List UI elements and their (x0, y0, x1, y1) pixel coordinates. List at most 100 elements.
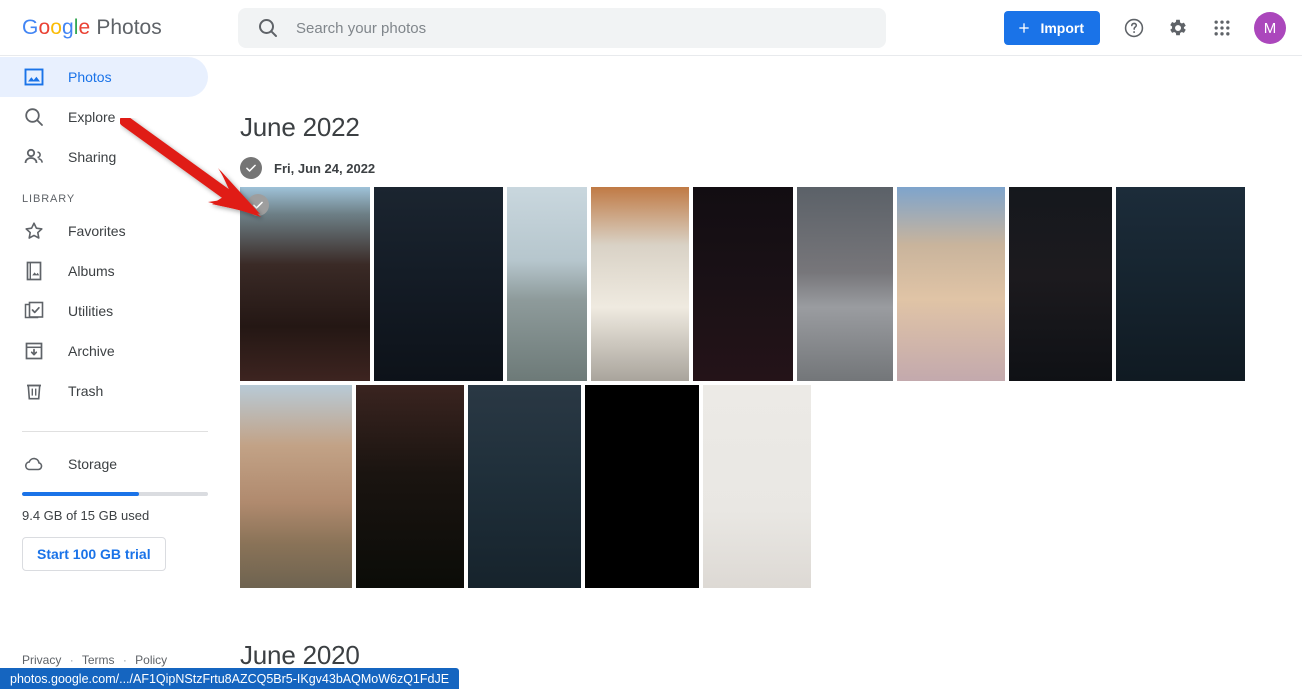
sidebar-item-label-explore: Explore (68, 109, 116, 125)
photo-tile-neon-alley-night[interactable] (1009, 187, 1112, 381)
logo-letter-o1: o (38, 15, 51, 39)
help-button[interactable] (1114, 8, 1154, 48)
day-label: Fri, Jun 24, 2022 (274, 160, 376, 176)
import-button[interactable]: Import (1004, 11, 1100, 45)
sidebar-item-favorites[interactable]: Favorites (0, 211, 208, 251)
photo-tile-black-white-hands[interactable] (585, 385, 699, 588)
photo-thumbnail (374, 187, 503, 381)
storage-label: Storage (68, 456, 118, 472)
import-label: Import (1040, 20, 1084, 36)
photo-grid-area: June 2022 Fri, Jun 24, 2022 June 2020 (230, 57, 1302, 689)
storage-progress-fill (22, 492, 140, 496)
logo-letter-e: e (78, 15, 91, 39)
footer-links: Privacy · Terms · Policy (22, 653, 167, 667)
logo-letter-g: G (22, 15, 39, 39)
sidebar-item-albums[interactable]: Albums (0, 251, 208, 291)
sidebar-item-label-favorites: Favorites (68, 223, 126, 239)
sidebar-item-label-utilities: Utilities (68, 303, 114, 319)
apps-button[interactable] (1202, 8, 1242, 48)
apps-grid-icon (1214, 20, 1230, 36)
avatar[interactable]: M (1254, 12, 1286, 44)
photo-icon (24, 68, 44, 86)
utilities-icon (24, 301, 44, 319)
sidebar-item-label-sharing: Sharing (68, 149, 117, 165)
photo-thumbnail (356, 385, 464, 588)
photo-tile-red-lanterns-dark[interactable] (693, 187, 793, 381)
photo-thumbnail (1009, 187, 1112, 381)
photo-thumbnail (797, 187, 893, 381)
photo-tile-blue-alley-lanterns[interactable] (1116, 187, 1245, 381)
storage-usage-text: 9.4 GB of 15 GB used (22, 508, 150, 523)
storage-section-header[interactable]: Storage (0, 444, 230, 484)
photo-tile-night-stairs-building[interactable] (374, 187, 503, 381)
photo-tile-convenience-store-street[interactable] (897, 187, 1005, 381)
sidebar-item-label-albums: Albums (68, 263, 115, 279)
sidebar-divider (22, 431, 208, 432)
app-header: Google Photos Import (0, 0, 1302, 56)
sidebar-item-trash[interactable]: Trash (0, 371, 208, 411)
photo-tile-hand-book-pages[interactable] (356, 385, 464, 588)
plus-icon (1019, 23, 1030, 33)
page-title: June 2022 (240, 112, 360, 142)
help-circle-icon (1124, 18, 1144, 38)
logo-letter-o2: o (50, 15, 62, 39)
photo-thumbnail (703, 385, 811, 588)
photo-tile-narrow-alley-signs[interactable] (240, 187, 370, 381)
next-month-title: June 2020 (240, 640, 360, 670)
archive-icon (25, 342, 43, 360)
star-icon (25, 222, 43, 239)
album-icon (26, 261, 42, 281)
day-select-checkbox[interactable] (240, 157, 262, 179)
photo-thumbnail (897, 187, 1005, 381)
photo-row-2 (240, 385, 1302, 588)
google-logo: Google (22, 16, 90, 40)
gear-icon (1170, 19, 1186, 36)
settings-button[interactable] (1158, 8, 1198, 48)
policy-link[interactable]: Policy (135, 653, 167, 667)
search-icon (259, 18, 277, 37)
terms-link[interactable]: Terms (82, 653, 115, 667)
start-trial-button[interactable]: Start 100 GB trial (22, 537, 166, 571)
search-input[interactable] (296, 19, 874, 37)
separator-2: · (122, 653, 127, 667)
photo-tile-cyberpunk-alley-car[interactable] (468, 385, 581, 588)
photo-tile-sketch-car-light[interactable] (703, 385, 811, 588)
header-actions: Import M (1004, 0, 1286, 56)
privacy-link[interactable]: Privacy (22, 653, 61, 667)
logo-letter-g2: g (62, 15, 74, 39)
photo-thumbnail (1116, 187, 1245, 381)
photo-thumbnail (591, 187, 689, 381)
photo-thumbnail (693, 187, 793, 381)
photo-thumbnail (240, 187, 370, 381)
sidebar-item-label-trash: Trash (68, 383, 104, 399)
storage-progress-bar (22, 492, 208, 496)
photo-tile-vending-machine-corner[interactable] (591, 187, 689, 381)
sidebar-item-utilities[interactable]: Utilities (0, 291, 208, 331)
sidebar-item-label-archive: Archive (68, 343, 115, 359)
photo-tile-venice-canal-painting[interactable] (240, 385, 352, 588)
sidebar-item-explore[interactable]: Explore (0, 97, 208, 137)
avatar-initial: M (1263, 19, 1277, 37)
product-name: Photos (96, 15, 162, 39)
photo-tile-street-crossing-wires[interactable] (507, 187, 587, 381)
cloud-icon (25, 457, 43, 471)
photo-row-1 (240, 187, 1302, 381)
sidebar-item-sharing[interactable]: Sharing (0, 137, 208, 177)
photo-thumbnail (468, 385, 581, 588)
photo-thumbnail (585, 385, 699, 588)
search-bar[interactable] (238, 8, 886, 48)
sidebar-item-archive[interactable]: Archive (0, 331, 208, 371)
check-icon (253, 201, 263, 209)
sidebar-item-photos[interactable]: Photos (0, 57, 208, 97)
check-icon (246, 164, 256, 172)
sidebar: Photos Explore Sharing LIBRARY Favorites… (0, 57, 230, 689)
library-section-label: LIBRARY (22, 193, 76, 205)
photo-tile-city-street-ambulance[interactable] (797, 187, 893, 381)
search-icon (25, 108, 43, 126)
status-bar-url: photos.google.com/.../AF1QipNStzFrtu8AZC… (0, 668, 460, 689)
photo-select-checkbox[interactable] (247, 194, 269, 216)
trash-icon (27, 384, 41, 400)
day-header: Fri, Jun 24, 2022 (240, 157, 1302, 179)
brand-logo-area[interactable]: Google Photos (0, 0, 230, 56)
separator-1: · (69, 653, 74, 667)
